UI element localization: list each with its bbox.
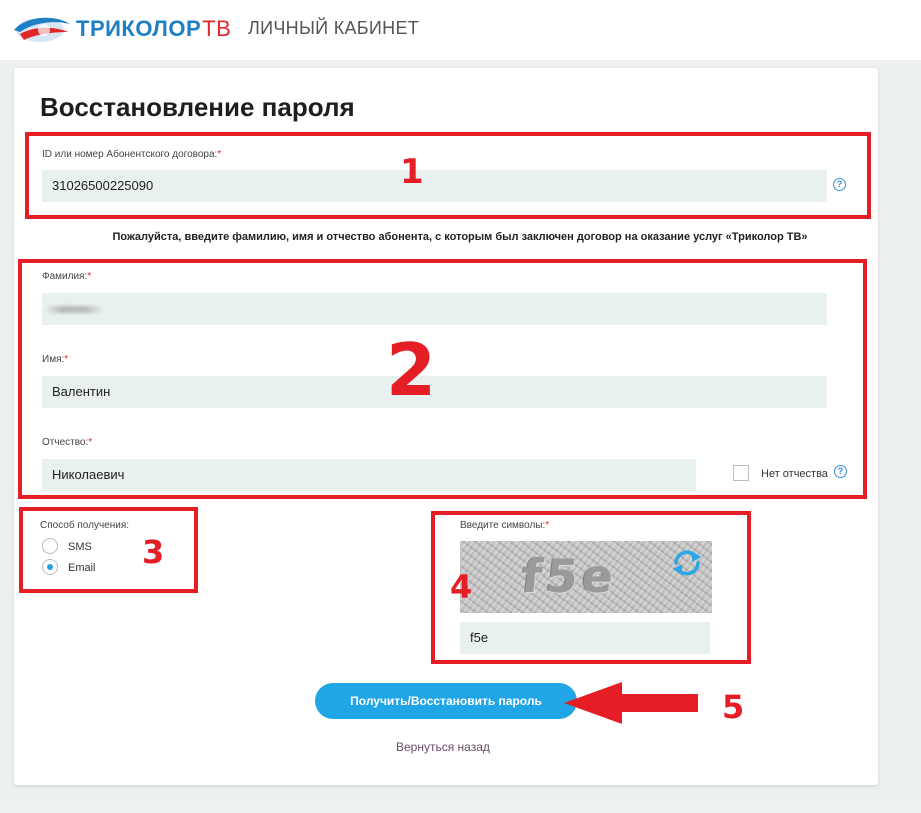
header-title[interactable]: ЛИЧНЫЙ КАБИНЕТ: [248, 18, 419, 39]
annotation-box-2: [18, 259, 867, 499]
logo-text[interactable]: ТРИКОЛОРТВ: [76, 16, 231, 42]
annotation-number-5: 5: [722, 688, 745, 726]
annotation-number-1: 1: [400, 152, 424, 192]
header: ТРИКОЛОРТВ ЛИЧНЫЙ КАБИНЕТ: [0, 0, 921, 60]
logo-text-suffix: ТВ: [202, 16, 232, 41]
tricolor-logo-icon: [14, 17, 70, 42]
annotation-box-1: [25, 132, 871, 219]
submit-button[interactable]: Получить/Восстановить пароль: [315, 683, 577, 719]
annotation-arrow: [564, 682, 698, 724]
annotation-number-2: 2: [386, 328, 437, 412]
annotation-box-3: [19, 507, 198, 593]
page-title: Восстановление пароля: [40, 92, 355, 122]
bottom-strip: [0, 796, 921, 813]
annotation-number-3: 3: [142, 533, 165, 571]
annotation-number-4: 4: [450, 568, 473, 606]
logo-text-main: ТРИКОЛОР: [76, 16, 202, 41]
annotation-box-4: [431, 511, 751, 664]
notice-text: Пожалуйста, введите фамилию, имя и отчес…: [112, 231, 808, 243]
back-link[interactable]: Вернуться назад: [396, 740, 490, 754]
